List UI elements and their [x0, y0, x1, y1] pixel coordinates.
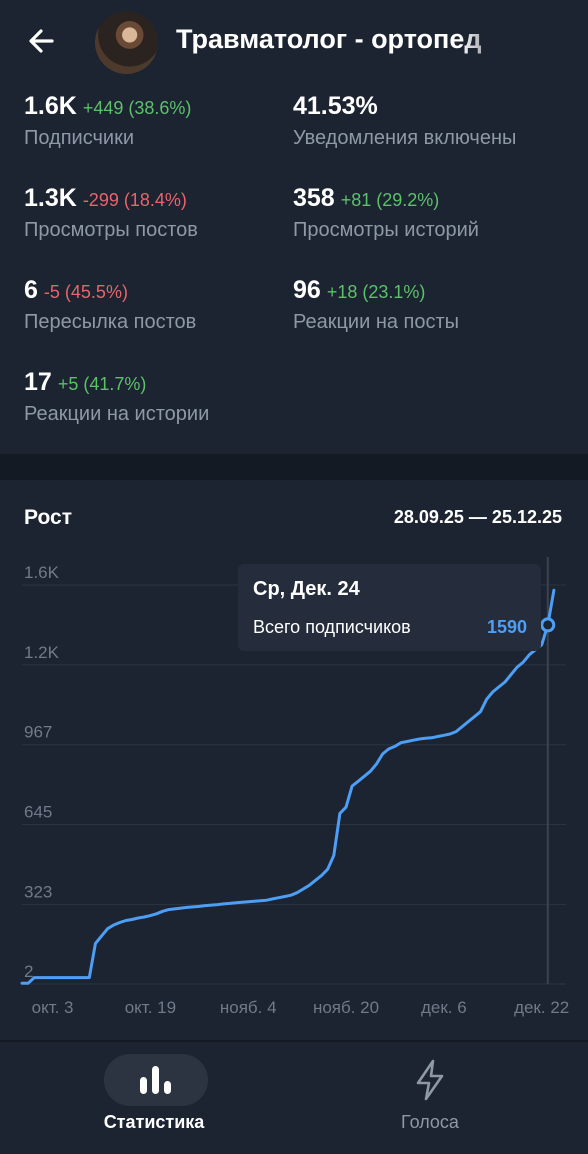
bar-chart-icon — [140, 1066, 171, 1094]
y-tick-label: 967 — [24, 723, 52, 742]
bottom-nav: Статистика Голоса — [0, 1042, 588, 1154]
x-tick-label: дек. 6 — [421, 998, 467, 1017]
lightning-icon — [416, 1059, 444, 1101]
y-tick-label: 1.6K — [24, 563, 60, 582]
nav-active-pill — [104, 1054, 208, 1106]
nav-item-voices[interactable]: Голоса — [330, 1042, 530, 1154]
highlighted-data-point[interactable] — [540, 617, 556, 633]
y-tick-label: 323 — [24, 882, 52, 901]
nav-label-statistics: Статистика — [103, 1112, 205, 1132]
x-tick-label: дек. 22 — [514, 998, 569, 1017]
y-tick-label: 645 — [24, 803, 52, 822]
growth-line-chart[interactable]: 23236459671.2K1.6Kокт. 3 окт. 19 нояб. 4 но… — [0, 0, 588, 1040]
y-tick-label: 1.2K — [24, 643, 60, 662]
x-tick-label: окт. 19 — [125, 998, 176, 1017]
x-tick-label: нояб. 20 — [313, 998, 379, 1017]
tooltip-label: Всего подписчиков — [253, 617, 411, 637]
nav-item-statistics[interactable]: Статистика — [54, 1042, 254, 1154]
x-tick-label: окт. 3 — [32, 998, 74, 1017]
chart-tooltip: Ср, Дек. 24 Всего подписчиков 1590 — [238, 564, 541, 651]
x-tick-label: нояб. 4 — [220, 998, 277, 1017]
tooltip-date: Ср, Дек. 24 — [253, 578, 360, 600]
nav-label-voices: Голоса — [401, 1112, 459, 1132]
tooltip-value: 1590 — [486, 617, 527, 637]
